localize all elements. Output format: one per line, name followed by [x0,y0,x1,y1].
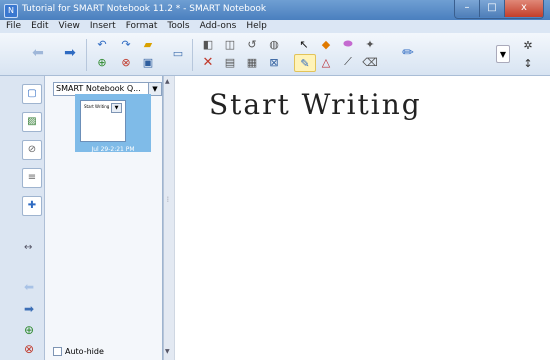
sidebar: ▢ ▨ ⊘ ≡ ✚ ↔ ⬅ ➡ ⊕ ⊗ SMART Notebook Q... … [0,76,197,360]
forward-arrow-icon[interactable]: ➡ [60,45,80,61]
scroll-up-icon[interactable]: ▲ [165,78,170,85]
window-controls: – □ x [454,0,544,19]
handwritten-ink[interactable]: Start Writing [209,88,422,121]
maximize-button[interactable]: □ [480,0,505,17]
add-ons-icon[interactable]: ✚ [22,196,42,216]
window-title: Tutorial for SMART Notebook 11.2 * - SMA… [22,4,267,14]
menu-insert[interactable]: Insert [90,20,116,33]
autohide-label: Auto-hide [65,347,104,356]
sidebar-tabs: ▢ ▨ ⊘ ≡ ✚ ↔ ⬅ ➡ ⊕ ⊗ [0,76,45,360]
splitter-grip-icon[interactable]: ⋮ [165,196,171,203]
menu-addons[interactable]: Add-ons [200,20,237,33]
pen-icon[interactable]: ✏ [398,45,418,61]
shapes-icon[interactable]: △ [316,54,336,70]
eraser2-icon[interactable]: ⌫ [360,54,380,70]
title-bar: N Tutorial for SMART Notebook 11.2 * - S… [0,0,550,20]
autohide-checkbox[interactable]: Auto-hide [53,347,104,356]
page-sorter: SMART Notebook Q... ▼ Start Writing ▼ Ju… [45,76,197,360]
thumbnail-dropdown-icon[interactable]: ▼ [111,103,122,113]
redo-icon[interactable]: ↷ [116,36,136,52]
fill-bucket-icon[interactable]: ◆ [316,36,336,52]
toolbar-separator [192,39,193,71]
properties-icon[interactable]: ≡ [22,168,42,188]
sidebar-back-arrow-icon[interactable]: ⬅ [24,280,34,294]
undo-icon[interactable]: ↶ [92,36,112,52]
toolbar-separator [86,39,87,71]
menu-view[interactable]: View [59,20,80,33]
sidebar-scrollbar[interactable]: ▲ ⋮ ▼ [163,76,174,360]
thumbnail-date: Jul 29-2:21 PM [91,146,135,153]
menu-edit[interactable]: Edit [31,20,48,33]
lines-icon[interactable]: ⟋ [338,54,358,70]
checkbox-icon[interactable] [53,347,62,356]
menu-format[interactable]: Format [126,20,158,33]
capture-icon[interactable]: ◧ [198,36,218,52]
sidebar-add-page-icon[interactable]: ⊕ [24,323,34,337]
page-thumbnail-selected[interactable]: Start Writing ▼ Jul 29-2:21 PM [75,94,151,153]
delete-page-icon[interactable]: ⊗ [116,54,136,70]
back-arrow-icon[interactable]: ⬅ [28,45,48,61]
screen-shade-icon[interactable]: ▤ [220,54,240,70]
smart-notebook-app-icon: N [4,4,18,18]
main-toolbar: ⬅ ➡ ↶ ↷ ▰ ⊕ ⊗ ▣ ▭ ◧ ◫ ↺ ◍ ✕ ▤ ▦ ⊠ ↖ ◆ ⬬ … [0,33,550,76]
sidebar-delete-page-icon[interactable]: ⊗ [24,342,34,356]
thumbnail-ink: Start Writing [84,104,110,109]
eraser-icon[interactable]: ⬬ [338,36,358,52]
pens-icon[interactable]: ✎ [294,54,316,72]
add-page-icon[interactable]: ⊕ [92,54,112,70]
page-sorter-icon[interactable]: ▢ [22,84,42,104]
document-camera-icon[interactable]: ◫ [220,36,240,52]
minimize-button[interactable]: – [455,0,480,17]
gallery-icon[interactable]: ▨ [22,112,42,132]
menu-bar: File Edit View Insert Format Tools Add-o… [0,20,550,33]
attachments-icon[interactable]: ⊘ [22,140,42,160]
whiteboard-canvas[interactable]: Start Writing [174,76,545,360]
open-folder-icon[interactable]: ▰ [138,36,158,52]
menu-tools[interactable]: Tools [167,20,189,33]
menu-help[interactable]: Help [246,20,267,33]
magic-pen-icon[interactable]: ✦ [360,36,380,52]
page-thumbnail[interactable]: Start Writing ▼ [80,100,126,142]
sidebar-forward-arrow-icon[interactable]: ➡ [24,302,34,316]
menu-file[interactable]: File [6,20,21,33]
fullscreen-icon[interactable]: ⊠ [264,54,284,70]
toolbar-move-icon[interactable]: ↕ [518,55,538,71]
undo-all-icon[interactable]: ↺ [242,36,262,52]
toolbar-dropdown-button[interactable]: ▼ [496,45,510,63]
save-icon[interactable]: ▣ [138,54,158,70]
settings-icon[interactable]: ✲ [518,37,538,53]
select-arrow-icon[interactable]: ↖ [294,36,314,52]
delete-icon[interactable]: ✕ [198,54,218,70]
table-icon[interactable]: ▦ [242,54,262,70]
screen-display-icon[interactable]: ▭ [168,45,188,61]
recorder-icon[interactable]: ◍ [264,36,284,52]
scroll-down-icon[interactable]: ▼ [165,348,170,355]
resize-sidebar-icon[interactable]: ↔ [24,242,32,253]
close-button[interactable]: x [505,0,543,17]
